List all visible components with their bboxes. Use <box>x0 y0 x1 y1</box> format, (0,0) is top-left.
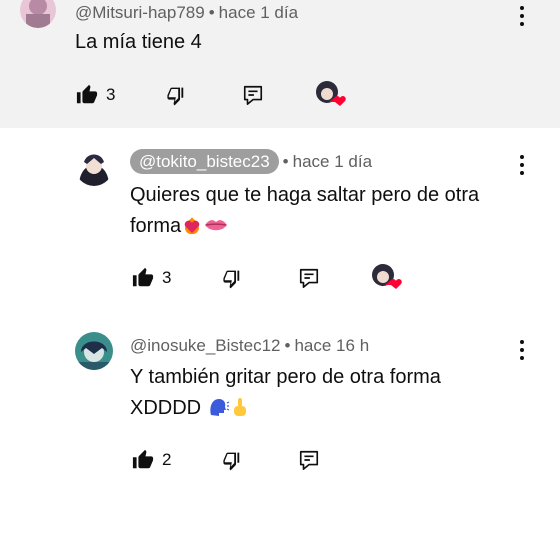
avatar[interactable] <box>75 148 113 186</box>
meta-separator: • <box>282 152 289 171</box>
dislike-icon <box>167 87 184 106</box>
comment-item: @inosuke_Bistec12 • hace 16 h Y también gr… <box>0 310 560 560</box>
speaking-head-emoji-icon <box>210 399 229 416</box>
comment-time[interactable]: hace 1 día <box>219 3 298 22</box>
like-count: 3 <box>106 85 116 104</box>
comment-text-line: Y también gritar pero de otra forma <box>130 366 441 388</box>
comment-time[interactable]: hace 1 día <box>293 152 372 171</box>
like-icon <box>132 449 154 469</box>
comment-actions: 3 <box>76 80 376 110</box>
dislike-icon <box>223 270 240 289</box>
like-button[interactable]: 3 <box>76 80 115 110</box>
more-icon[interactable] <box>512 153 532 179</box>
more-icon[interactable] <box>512 4 532 30</box>
author-handle[interactable]: @inosuke_Bistec12 <box>130 336 281 355</box>
comment-text: Quieres que te haga saltar pero de otra … <box>130 180 479 242</box>
creator-heart-icon <box>315 80 347 110</box>
reply-icon <box>299 450 319 470</box>
dislike-button[interactable] <box>220 263 242 293</box>
author-handle[interactable]: @Mitsuri-hap789 <box>75 3 205 22</box>
like-count: 2 <box>162 450 172 469</box>
author-handle[interactable]: @tokito_bistec23 <box>130 149 279 174</box>
reply-icon <box>243 85 263 105</box>
reply-button[interactable] <box>298 445 320 475</box>
dislike-icon <box>223 452 240 471</box>
comment-text: La mía tiene 4 <box>75 31 202 53</box>
meta-separator: • <box>208 3 215 22</box>
more-icon[interactable] <box>512 338 532 364</box>
reply-icon <box>299 268 319 288</box>
comment-text: Y también gritar pero de otra forma XDDD… <box>130 362 441 424</box>
pointing-up-emoji-icon <box>233 398 246 416</box>
dislike-button[interactable] <box>220 445 242 475</box>
comment-meta: @inosuke_Bistec12 • hace 16 h <box>130 336 369 356</box>
creator-heart-icon <box>371 263 403 293</box>
reply-button[interactable] <box>298 263 320 293</box>
comment-item: @tokito_bistec23 • hace 1 día Quieres que … <box>0 128 560 310</box>
heart-on-fire-emoji-icon <box>184 217 200 235</box>
reply-button[interactable] <box>242 80 264 110</box>
meta-separator: • <box>284 336 291 355</box>
dislike-button[interactable] <box>164 80 186 110</box>
like-button[interactable]: 2 <box>132 445 171 475</box>
comment-actions: 3 <box>132 263 432 293</box>
comment-text-line: forma <box>130 211 479 242</box>
comment-time[interactable]: hace 16 h <box>294 336 369 355</box>
lips-emoji-icon <box>205 220 228 231</box>
avatar[interactable] <box>75 332 113 370</box>
like-icon <box>132 267 154 287</box>
like-icon <box>76 84 98 104</box>
comment-text-line: XDDDD <box>130 393 441 424</box>
comment-meta: @tokito_bistec23 • hace 1 día <box>130 149 372 174</box>
comment-meta: @Mitsuri-hap789 • hace 1 día <box>75 3 298 23</box>
comment-item: @Mitsuri-hap789 • hace 1 día La mía tiene … <box>0 0 560 128</box>
comment-text-line: Quieres que te haga saltar pero de otra <box>130 184 480 206</box>
avatar[interactable] <box>20 0 56 28</box>
comment-actions: 2 <box>132 445 432 475</box>
like-button[interactable]: 3 <box>132 263 171 293</box>
like-count: 3 <box>162 268 172 287</box>
